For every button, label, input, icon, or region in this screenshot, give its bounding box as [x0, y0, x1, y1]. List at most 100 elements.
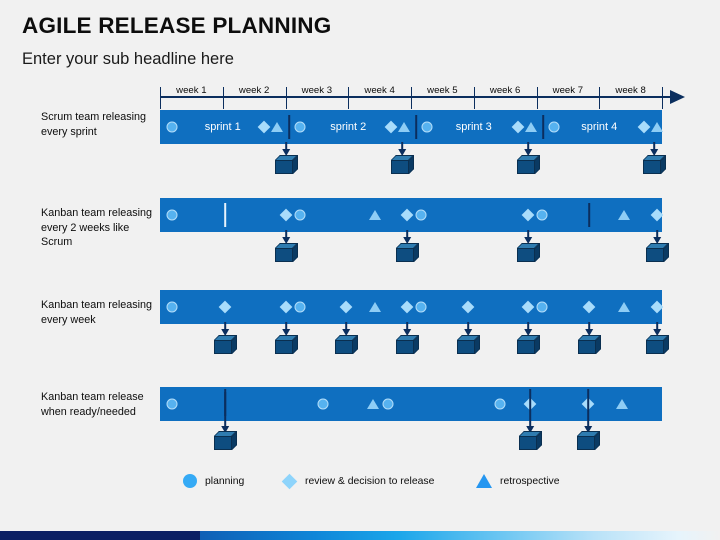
- retrospective-triangle-icon: [651, 122, 663, 132]
- retrospective-triangle-icon: [525, 122, 537, 132]
- review-diamond-icon: [650, 300, 664, 314]
- retrospective-triangle-icon: [369, 210, 381, 220]
- review-diamond-icon: [521, 300, 535, 314]
- week-label: week 1: [176, 85, 207, 96]
- release-drop-arrow: [656, 322, 658, 330]
- release-drop-arrow: [224, 389, 226, 427]
- release-cube-icon: [519, 431, 542, 450]
- release-drop-arrow: [529, 389, 531, 427]
- release-cube-icon: [457, 335, 480, 354]
- week-label: week 8: [615, 85, 646, 96]
- release-cube-icon: [646, 243, 669, 262]
- legend-label: review & decision to release: [305, 475, 435, 487]
- release-drop-arrow: [527, 142, 529, 150]
- planning-circle-icon: [166, 398, 178, 410]
- retrospective-triangle-icon: [618, 210, 630, 220]
- release-cube-icon: [517, 243, 540, 262]
- planning-circle-icon: [166, 301, 178, 313]
- sprint-separator: [288, 115, 290, 139]
- week-label: week 5: [427, 85, 458, 96]
- footer-strip-gradient: [200, 531, 720, 540]
- release-drop-arrow: [527, 230, 529, 238]
- release-drop-arrow: [406, 230, 408, 238]
- planning-circle-icon: [548, 121, 560, 133]
- planning-circle-icon: [536, 301, 548, 313]
- legend-item: planning: [183, 470, 244, 492]
- planning-circle-icon: [415, 301, 427, 313]
- retrospective-triangle-icon: [367, 399, 379, 409]
- review-diamond-icon: [521, 208, 535, 222]
- review-diamond-icon: [461, 300, 475, 314]
- legend-item: retrospective: [476, 470, 559, 492]
- sprint-separator: [224, 203, 226, 227]
- planning-circle-icon: [382, 398, 394, 410]
- planning-circle-icon: [415, 209, 427, 221]
- release-cube-icon: [275, 155, 298, 174]
- sprint-separator: [415, 115, 417, 139]
- timeline-arrow-icon: [670, 90, 685, 104]
- planning-circle-icon: [294, 209, 306, 221]
- sprint-separator: [542, 115, 544, 139]
- release-cube-icon: [646, 335, 669, 354]
- page-subtitle: Enter your sub headline here: [22, 50, 234, 68]
- footer-accent-strip: [0, 531, 720, 540]
- legend-item: review & decision to release: [281, 470, 435, 492]
- timeline-bar[interactable]: sprint 1 sprint 2 sprint 3 sprint 4: [160, 110, 663, 144]
- release-drop-arrow: [467, 322, 469, 330]
- row-label: Kanban team releasing every 2 weeks like…: [41, 207, 153, 249]
- week-label: week 6: [489, 85, 521, 96]
- release-cube-icon: [214, 335, 237, 354]
- review-diamond-icon: [218, 300, 232, 314]
- release-cube-icon: [517, 155, 540, 174]
- legend-label: planning: [205, 475, 245, 487]
- sprint-separator: [588, 203, 590, 227]
- release-cube-icon: [275, 335, 298, 354]
- release-drop-arrow: [401, 142, 403, 150]
- retrospective-triangle-icon: [616, 399, 628, 409]
- retrospective-triangle-icon: [271, 122, 283, 132]
- release-cube-icon: [275, 243, 298, 262]
- planning-circle-icon: [294, 121, 306, 133]
- planning-circle-icon: [494, 398, 506, 410]
- timeline-bar[interactable]: [160, 290, 664, 324]
- release-cube-icon: [643, 155, 666, 174]
- week-tick: [662, 87, 663, 109]
- week-label: week 4: [364, 85, 395, 96]
- legend-label: retrospective: [500, 475, 560, 487]
- retrospective-triangle-icon: [476, 474, 492, 488]
- release-drop-arrow: [653, 142, 655, 150]
- release-cube-icon: [396, 243, 419, 262]
- row-label: Kanban team releasing every week: [41, 299, 153, 326]
- review-diamond-icon: [400, 208, 414, 222]
- page-title: AGILE RELEASE PLANNING: [22, 13, 332, 38]
- release-drop-arrow: [406, 322, 408, 330]
- retrospective-triangle-icon: [369, 302, 381, 312]
- release-drop-arrow: [656, 230, 658, 238]
- retrospective-triangle-icon: [618, 302, 630, 312]
- review-diamond-icon: [582, 300, 596, 314]
- release-drop-arrow: [588, 322, 590, 330]
- release-cube-icon: [335, 335, 358, 354]
- review-diamond-icon: [279, 300, 293, 314]
- release-drop-arrow: [587, 389, 589, 427]
- planning-circle-icon: [166, 121, 178, 133]
- release-cube-icon: [578, 335, 601, 354]
- release-drop-arrow: [345, 322, 347, 330]
- release-cube-icon: [391, 155, 414, 174]
- review-diamond-icon: [400, 300, 414, 314]
- legend: planning review & decision to release retr…: [0, 470, 720, 492]
- release-drop-arrow: [224, 322, 226, 330]
- timeline-bar[interactable]: [160, 198, 664, 232]
- footer-strip-dark: [0, 531, 200, 540]
- release-drop-arrow: [285, 322, 287, 330]
- slide: AGILE RELEASE PLANNING Enter your sub he…: [0, 0, 720, 540]
- week-label: week 3: [301, 85, 333, 96]
- planning-circle-icon: [294, 301, 306, 313]
- planning-circle-icon: [421, 121, 433, 133]
- review-diamond-icon: [281, 473, 298, 489]
- release-drop-arrow: [285, 142, 287, 150]
- review-diamond-icon: [279, 208, 293, 222]
- planning-circle-icon: [536, 209, 548, 221]
- release-cube-icon: [577, 431, 600, 450]
- review-diamond-icon: [650, 208, 664, 222]
